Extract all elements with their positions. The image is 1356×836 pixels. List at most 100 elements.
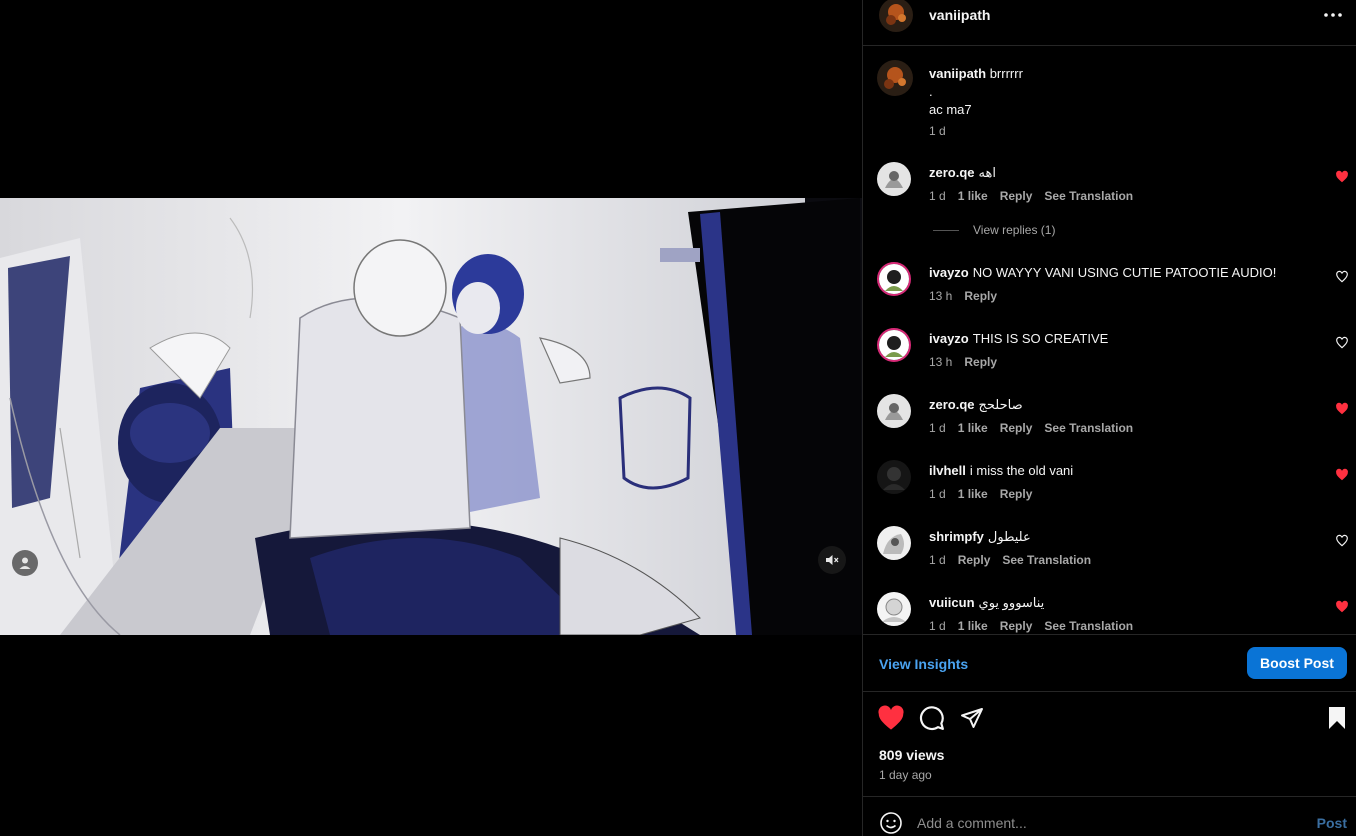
comment-like-count[interactable]: 1 like (958, 619, 988, 633)
comment-like-count[interactable]: 1 like (958, 421, 988, 435)
view-insights-link[interactable]: View Insights (879, 656, 968, 672)
insights-bar: View Insights Boost Post (863, 634, 1356, 692)
heart-filled-icon (878, 705, 904, 730)
post-header: vaniipath (863, 0, 1356, 46)
heart-outline-icon[interactable] (1335, 336, 1349, 350)
comment-item: ilvhell i miss the old vani 1 d 1 like Re… (863, 460, 1356, 526)
post-actions: 809 views 1 day ago (863, 692, 1356, 796)
comment-item: ivayzo THIS IS SO CREATIVE 13 h Reply (863, 328, 1356, 394)
comment-timestamp: 1 d (929, 487, 946, 501)
comment-timestamp: 1 d (929, 553, 946, 567)
comment-username[interactable]: ivayzo (929, 265, 969, 280)
see-translation-button[interactable]: See Translation (1044, 619, 1133, 633)
boost-post-button[interactable]: Boost Post (1247, 647, 1347, 679)
commenter-avatar[interactable] (877, 394, 911, 428)
author-username[interactable]: vaniipath (929, 7, 990, 23)
mute-toggle-button[interactable] (818, 546, 846, 574)
comment-username[interactable]: shrimpfy (929, 529, 984, 544)
post-time-ago: 1 day ago (879, 768, 932, 782)
view-replies-label: View replies (1) (973, 223, 1056, 237)
caption-username[interactable]: vaniipath (929, 66, 986, 81)
send-paper-plane-icon (961, 708, 983, 728)
caption-line: . (929, 84, 933, 99)
comment-timestamp: 13 h (929, 355, 953, 369)
comment-input[interactable] (917, 811, 1277, 835)
comment-reply-button[interactable]: Reply (958, 553, 991, 567)
comment-reply-button[interactable]: Reply (1000, 421, 1033, 435)
more-options-button[interactable] (1321, 6, 1345, 24)
speaker-muted-icon (826, 555, 839, 565)
post-side-panel: vaniipath vaniipath brrrrrr . ac ma7 1 d… (862, 0, 1356, 836)
commenter-avatar[interactable] (877, 162, 911, 196)
comment-text: عليطول (987, 529, 1031, 544)
commenter-avatar-story-ring[interactable] (877, 328, 911, 362)
media-area (0, 0, 862, 836)
comment-text: صاحلحج (978, 397, 1023, 412)
comment-reply-button[interactable]: Reply (1000, 619, 1033, 633)
replies-divider (933, 229, 959, 231)
commenter-avatar-story-ring[interactable] (877, 262, 911, 296)
comment-text: NO WAYYY VANI USING CUTIE PATOOTIE AUDIO… (972, 265, 1277, 280)
save-button[interactable] (1323, 704, 1351, 732)
commenter-avatar[interactable] (877, 592, 911, 626)
commenter-avatar[interactable] (877, 460, 911, 494)
comment-username[interactable]: zero.qe (929, 397, 975, 412)
user-tag-icon (19, 557, 31, 569)
comment-text: يناسووو يوي (978, 595, 1045, 610)
comment-reply-button[interactable]: Reply (964, 289, 997, 303)
post-comment-button[interactable]: Post (1317, 815, 1347, 831)
caption-author-avatar[interactable] (877, 60, 913, 96)
heart-filled-icon[interactable] (1335, 170, 1349, 184)
commenter-avatar[interactable] (877, 526, 911, 560)
caption-line: ac ma7 (929, 102, 972, 117)
bookmark-filled-icon (1329, 707, 1345, 729)
video-player[interactable] (0, 198, 862, 635)
comment-reply-button[interactable]: Reply (964, 355, 997, 369)
comment-item: zero.qe صاحلحج 1 d 1 like Reply See Trans… (863, 394, 1356, 460)
heart-outline-icon[interactable] (1335, 534, 1349, 548)
see-translation-button[interactable]: See Translation (1044, 189, 1133, 203)
share-button[interactable] (958, 704, 986, 732)
emoji-smile-icon[interactable] (879, 811, 903, 835)
comment-like-count[interactable]: 1 like (958, 189, 988, 203)
comment-reply-button[interactable]: Reply (1000, 487, 1033, 501)
comment-username[interactable]: vuiicun (929, 595, 975, 610)
heart-filled-icon[interactable] (1335, 468, 1349, 482)
heart-filled-icon[interactable] (1335, 402, 1349, 416)
more-horizontal-icon (1324, 13, 1342, 17)
see-translation-button[interactable]: See Translation (1044, 421, 1133, 435)
comment-item: zero.qe اهه 1 d 1 like Reply See Translat… (863, 162, 1356, 228)
post-caption: vaniipath brrrrrr . ac ma7 1 d (863, 46, 1356, 156)
comment-username[interactable]: ilvhell (929, 463, 966, 478)
comment-composer: Post (863, 796, 1356, 836)
comment-reply-button[interactable]: Reply (1000, 189, 1033, 203)
comment-item: ivayzo NO WAYYY VANI USING CUTIE PATOOTIE… (863, 262, 1356, 328)
view-replies-button[interactable]: View replies (1) (933, 223, 1055, 237)
comment-text: i miss the old vani (969, 463, 1074, 478)
comment-like-count[interactable]: 1 like (958, 487, 988, 501)
comment-item: shrimpfy عليطول 1 d Reply See Translation (863, 526, 1356, 592)
comment-timestamp: 1 d (929, 189, 946, 203)
comment-timestamp: 13 h (929, 289, 953, 303)
comment-timestamp: 1 d (929, 421, 946, 435)
comment-text: THIS IS SO CREATIVE (972, 331, 1109, 346)
user-tag-button[interactable] (12, 550, 38, 576)
comment-username[interactable]: zero.qe (929, 165, 975, 180)
comment-username[interactable]: ivayzo (929, 331, 969, 346)
video-frame-artwork (0, 198, 862, 635)
see-translation-button[interactable]: See Translation (1002, 553, 1091, 567)
caption-text: vaniipath brrrrrr . ac ma7 (929, 65, 1023, 119)
caption-line: brrrrrr (989, 66, 1023, 81)
caption-timestamp: 1 d (929, 124, 946, 138)
comment-bubble-icon (919, 706, 944, 731)
comment-button[interactable] (918, 704, 946, 732)
comment-item: vuiicun يناسووو يوي 1 d 1 like Reply See … (863, 592, 1356, 634)
like-button[interactable] (877, 704, 905, 732)
comment-timestamp: 1 d (929, 619, 946, 633)
view-count[interactable]: 809 views (879, 747, 944, 763)
author-avatar[interactable] (879, 0, 913, 32)
heart-filled-icon[interactable] (1335, 600, 1349, 614)
heart-outline-icon[interactable] (1335, 270, 1349, 284)
comment-text: اهه (978, 165, 996, 180)
comments-list[interactable]: vaniipath brrrrrr . ac ma7 1 d zero.qe اه… (863, 46, 1356, 634)
